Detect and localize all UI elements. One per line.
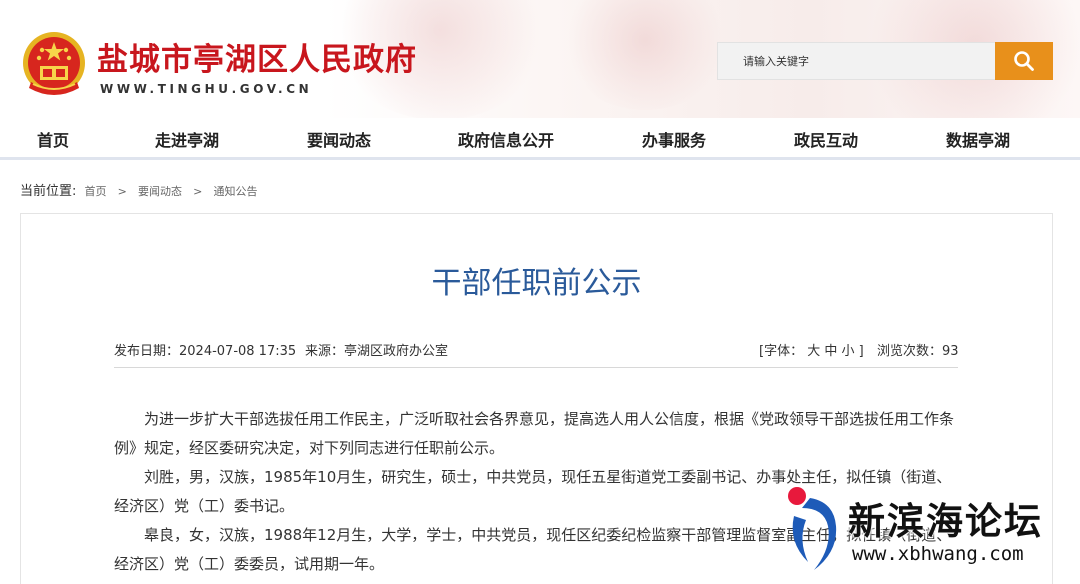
article-source: 来源：亭湖区政府办公室	[305, 344, 449, 359]
decorative-peony	[560, 0, 730, 110]
publish-date: 发布日期：2024-07-08 17:35	[114, 344, 297, 359]
national-emblem-icon	[23, 32, 85, 95]
search-button[interactable]	[995, 42, 1053, 80]
nav-item-interaction[interactable]: 政民互动	[794, 127, 858, 151]
site-url: WWW.TINGHU.GOV.CN	[100, 82, 313, 96]
nav-item-data[interactable]: 数据亭湖	[946, 127, 1010, 151]
search-box	[717, 42, 995, 80]
breadcrumb-home[interactable]: 首页	[85, 185, 107, 198]
watermark-url: www.xbhwang.com	[852, 543, 1024, 565]
breadcrumb: 当前位置: 首页 > 要闻动态 > 通知公告	[20, 180, 258, 199]
site-title[interactable]: 盐城市亭湖区人民政府	[97, 34, 417, 79]
article-paragraph: 为进一步扩大干部选拔任用工作民主，广泛听取社会各界意见，提高选人用人公信度，根据…	[114, 410, 955, 457]
breadcrumb-separator: >	[117, 185, 127, 198]
watermark-name: 新滨海论坛	[848, 500, 1043, 543]
search-input[interactable]	[718, 43, 995, 79]
nav-item-gov-info[interactable]: 政府信息公开	[458, 127, 554, 151]
nav-item-about-tinghu[interactable]: 走进亭湖	[155, 127, 219, 151]
breadcrumb-notices[interactable]: 通知公告	[214, 185, 258, 198]
divider	[114, 367, 958, 368]
breadcrumb-separator: >	[193, 185, 203, 198]
nav-item-services[interactable]: 办事服务	[642, 127, 706, 151]
font-size-control[interactable]: [字体： 大 中 小 ]	[759, 340, 864, 359]
main-nav: 首页 走进亭湖 要闻动态 政府信息公开 办事服务 政民互动 数据亭湖	[0, 118, 1080, 160]
view-count: 浏览次数：93	[877, 344, 959, 359]
nav-item-news[interactable]: 要闻动态	[307, 127, 371, 151]
breadcrumb-label: 当前位置:	[20, 184, 77, 199]
breadcrumb-news[interactable]: 要闻动态	[138, 185, 182, 198]
site-header: 盐城市亭湖区人民政府 WWW.TINGHU.GOV.CN	[0, 0, 1080, 118]
article-title: 干部任职前公示	[431, 266, 642, 301]
search-icon	[1014, 51, 1034, 71]
nav-item-home[interactable]: 首页	[37, 127, 69, 151]
